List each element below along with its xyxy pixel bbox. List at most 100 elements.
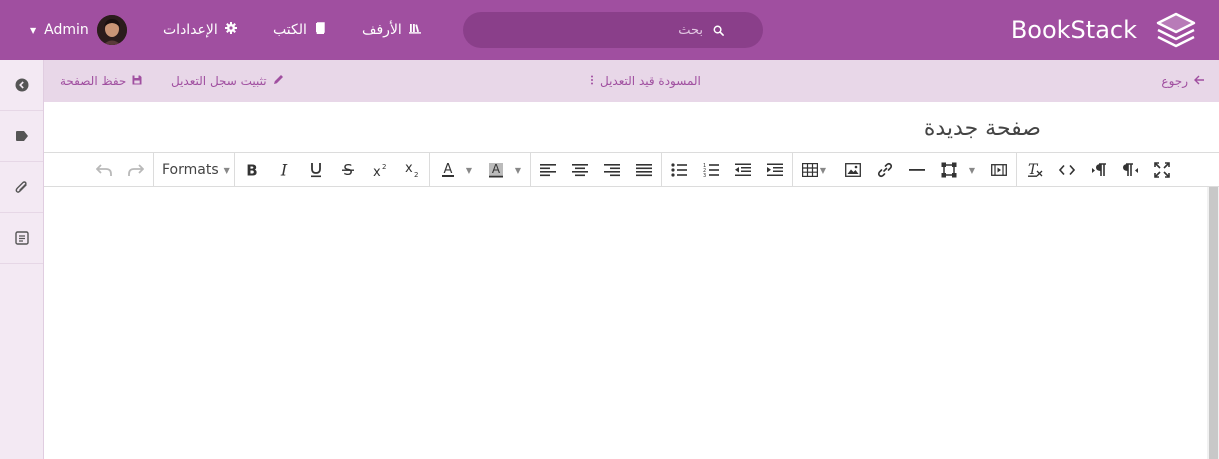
align-justify-icon xyxy=(636,164,652,177)
sidebar-toggle-button[interactable] xyxy=(0,60,43,111)
user-menu[interactable]: ▼ Admin xyxy=(30,14,127,46)
fullscreen-button[interactable] xyxy=(1147,153,1177,187)
svg-text:2: 2 xyxy=(414,171,418,178)
app-name: BookStack xyxy=(1010,16,1137,44)
chevron-down-icon: ▼ xyxy=(465,165,473,175)
draft-status-label: المسودة قيد التعديل xyxy=(600,74,701,88)
undo-button[interactable] xyxy=(89,153,119,187)
back-label: رجوع xyxy=(1161,74,1188,88)
superscript-button[interactable]: x2 xyxy=(365,153,395,187)
indent-button[interactable] xyxy=(760,153,790,187)
save-icon xyxy=(132,74,142,88)
editor-scrollbar-thumb[interactable] xyxy=(1209,187,1218,459)
sidebar-tags-button[interactable] xyxy=(0,111,43,162)
back-button[interactable]: رجوع xyxy=(1161,74,1205,88)
svg-text:B: B xyxy=(246,163,257,177)
books-icon xyxy=(314,22,326,38)
strikethrough-button[interactable]: S xyxy=(333,153,363,187)
app-header: BookStack الأرفف الكتب الإعدادات xyxy=(0,0,1219,60)
align-left-button[interactable] xyxy=(533,153,563,187)
page-title-input[interactable] xyxy=(441,112,1041,144)
source-code-button[interactable] xyxy=(1052,153,1082,187)
underline-button[interactable] xyxy=(301,153,331,187)
insert-link-button[interactable] xyxy=(870,153,900,187)
paragraph-ltr-icon xyxy=(1092,163,1106,176)
align-center-icon xyxy=(572,164,588,177)
svg-text:2: 2 xyxy=(382,163,386,171)
bold-button[interactable]: B xyxy=(237,153,267,187)
horizontal-rule-icon xyxy=(909,169,925,171)
template-icon xyxy=(14,231,29,245)
insert-media-button[interactable] xyxy=(984,153,1014,187)
svg-text:A: A xyxy=(444,162,453,177)
save-page-button[interactable]: حفظ الصفحة xyxy=(60,74,142,88)
media-icon xyxy=(991,164,1007,176)
more-vertical-icon xyxy=(590,74,594,88)
wysiwyg-toolbar: Formats ▼ B I S x2 x2 A ▼ A ▼ 1 2 3 ▼ ▼ … xyxy=(44,152,1219,187)
numbered-list-button[interactable]: 123 xyxy=(696,153,726,187)
table-button[interactable]: ▼ xyxy=(796,153,832,187)
arrow-right-icon xyxy=(1194,74,1205,88)
rtl-direction-button[interactable] xyxy=(1116,153,1146,187)
underline-icon xyxy=(311,163,321,178)
background-color-dropdown[interactable]: ▼ xyxy=(505,153,531,187)
wysiwyg-content-area[interactable] xyxy=(44,187,1207,459)
align-justify-button[interactable] xyxy=(629,153,659,187)
fullscreen-icon xyxy=(1154,162,1170,178)
search-input[interactable] xyxy=(463,22,703,38)
align-center-button[interactable] xyxy=(565,153,595,187)
align-left-icon xyxy=(540,164,556,177)
ltr-direction-button[interactable] xyxy=(1084,153,1114,187)
app-logo[interactable]: BookStack xyxy=(1011,10,1197,50)
svg-text:x: x xyxy=(373,165,381,177)
svg-text:x: x xyxy=(405,162,413,176)
pin-revision-label: تثبيت سجل التعديل xyxy=(171,74,267,88)
avatar xyxy=(96,15,127,45)
drawing-dropdown[interactable]: ▼ xyxy=(959,153,985,187)
nav-shelves-link[interactable]: الأرفف xyxy=(362,19,421,41)
draft-status-menu[interactable]: المسودة قيد التعديل xyxy=(590,74,701,88)
sidebar-templates-button[interactable] xyxy=(0,213,43,264)
italic-icon: I xyxy=(280,163,288,177)
background-color-icon: A xyxy=(489,162,503,178)
bullet-list-button[interactable] xyxy=(664,153,694,187)
chevron-down-icon: ▼ xyxy=(30,25,37,35)
redo-button[interactable] xyxy=(121,153,151,187)
redo-icon xyxy=(128,164,144,176)
nav-books-link[interactable]: الكتب xyxy=(273,19,326,41)
svg-text:3: 3 xyxy=(703,173,706,178)
chevron-down-icon: ▼ xyxy=(968,165,976,175)
subscript-icon: x2 xyxy=(405,162,418,178)
title-row xyxy=(44,102,1219,152)
user-name: Admin xyxy=(44,22,89,38)
align-right-button[interactable] xyxy=(597,153,627,187)
horizontal-rule-button[interactable] xyxy=(902,153,932,187)
indent-icon xyxy=(767,163,783,176)
paragraph-rtl-icon xyxy=(1123,163,1138,176)
editor-sidebar xyxy=(0,60,44,459)
strikethrough-icon: S xyxy=(342,162,354,178)
formats-dropdown[interactable]: Formats ▼ xyxy=(162,153,230,187)
outdent-button[interactable] xyxy=(728,153,758,187)
text-color-icon: A xyxy=(442,162,454,177)
pin-revision-button[interactable]: تثبيت سجل التعديل xyxy=(171,74,284,88)
outdent-icon xyxy=(735,163,751,176)
editor-action-bar: رجوع المسودة قيد التعديل تثبيت سجل التعد… xyxy=(44,60,1219,102)
bookstack-logo-icon xyxy=(1156,12,1196,48)
subscript-button[interactable]: x2 xyxy=(397,153,427,187)
nav-settings-link[interactable]: الإعدادات xyxy=(163,19,237,41)
clear-formatting-button[interactable]: T xyxy=(1020,153,1050,187)
sidebar-attachments-button[interactable] xyxy=(0,162,43,213)
insert-image-button[interactable] xyxy=(838,153,868,187)
chevron-down-icon: ▼ xyxy=(819,165,827,175)
nav-settings-label: الإعدادات xyxy=(163,22,218,38)
undo-icon xyxy=(96,164,112,176)
table-icon xyxy=(801,163,818,177)
code-icon xyxy=(1059,164,1075,176)
search-box[interactable] xyxy=(463,12,763,48)
text-color-dropdown[interactable]: ▼ xyxy=(456,153,482,187)
info-circle-icon xyxy=(15,78,28,92)
search-icon[interactable] xyxy=(713,25,724,36)
numbered-list-icon: 123 xyxy=(703,163,719,178)
italic-button[interactable]: I xyxy=(269,153,299,187)
